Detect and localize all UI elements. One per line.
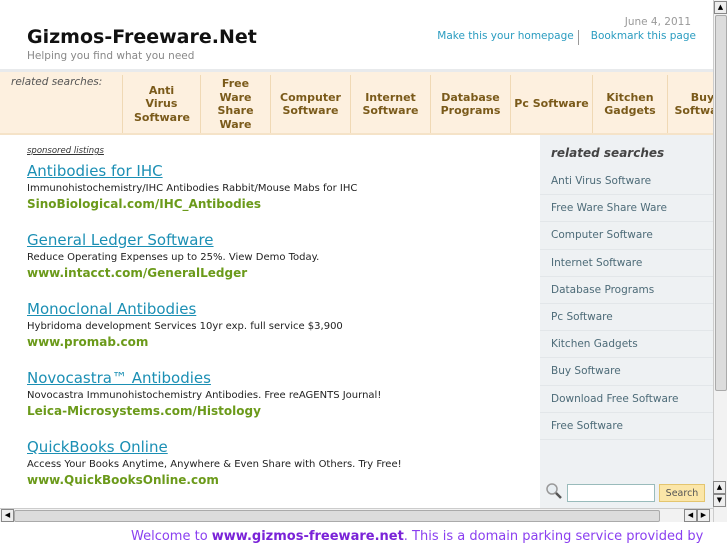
sidebar: related searches Anti Virus Software Free… — [540, 135, 713, 508]
nav-item-label: Internet Software — [362, 90, 419, 118]
sidebar-item[interactable]: Anti Virus Software — [540, 168, 713, 196]
nav-item[interactable]: Free Ware Share Ware — [200, 75, 270, 133]
ad-listing: Monoclonal Antibodies Hybridoma developme… — [27, 299, 527, 350]
welcome-pre: Welcome to — [131, 529, 212, 544]
nav-item-label: Anti Virus Software — [134, 83, 190, 124]
welcome-post: . This is a domain parking service provi… — [403, 529, 704, 544]
horizontal-scrollbar[interactable]: ◀ ◀ ▶ — [0, 508, 713, 522]
top-links: Make this your homepage Bookmark this pa… — [433, 30, 700, 45]
bookmark-link[interactable]: Bookmark this page — [587, 30, 700, 45]
related-searches-bar: related searches: Anti Virus Software Fre… — [0, 69, 713, 135]
nav-item-label: Computer Software — [280, 90, 341, 118]
welcome-text: Welcome to www.gizmos-freeware.net. This… — [131, 529, 703, 544]
ad-description: Access Your Books Anytime, Anywhere & Ev… — [27, 459, 402, 470]
ad-url-link[interactable]: www.intacct.com/GeneralLedger — [27, 265, 527, 281]
ad-listing: General Ledger Software Reduce Operating … — [27, 230, 527, 281]
ad-description: Novocastra Immunohistochemistry Antibodi… — [27, 390, 382, 401]
sidebar-item[interactable]: Download Free Software — [540, 386, 713, 413]
nav-item-label: Kitchen Gadgets — [604, 90, 656, 118]
ad-listing: Antibodies for IHC Immunohistochemistry/I… — [27, 161, 527, 212]
ad-url-link[interactable]: Leica-Microsystems.com/Histology — [27, 403, 527, 419]
search-form: Search — [545, 482, 705, 504]
ad-title-link[interactable]: Monoclonal Antibodies — [27, 299, 527, 319]
sidebar-item[interactable]: Buy Software — [540, 358, 713, 386]
sidebar-item[interactable]: Database Programs — [540, 277, 713, 304]
domain-name: www.gizmos-freeware.net — [211, 529, 404, 544]
ad-description: Reduce Operating Expenses up to 25%. Vie… — [27, 252, 320, 263]
nav-label: related searches: — [11, 76, 103, 88]
search-input[interactable] — [567, 484, 655, 502]
make-homepage-link[interactable]: Make this your homepage — [433, 30, 577, 45]
sidebar-item[interactable]: Free Ware Share Ware — [540, 195, 713, 223]
scroll-up-icon[interactable]: ▲ — [714, 1, 727, 14]
scroll-up-icon[interactable]: ▲ — [713, 481, 726, 494]
ad-listing: QuickBooks Online Access Your Books Anyti… — [27, 437, 527, 488]
ad-listing: Novocastra™ Antibodies Novocastra Immunoh… — [27, 368, 527, 419]
date: June 4, 2011 — [624, 16, 691, 28]
horizontal-scroll-thumb[interactable] — [14, 510, 660, 522]
vertical-scrollbar[interactable]: ▲ — [713, 0, 727, 522]
ad-title-link[interactable]: QuickBooks Online — [27, 437, 527, 457]
ad-description: Hybridoma development Services 10yr exp.… — [27, 321, 343, 332]
nav-item-label: Buy Software — [674, 90, 714, 118]
scroll-left-icon[interactable]: ◀ — [684, 509, 697, 522]
ad-title-link[interactable]: Antibodies for IHC — [27, 161, 527, 181]
sponsored-listings: sponsored listings Antibodies for IHC Imm… — [27, 146, 527, 506]
sidebar-item[interactable]: Kitchen Gadgets — [540, 331, 713, 359]
nav-item[interactable]: Kitchen Gadgets — [592, 75, 667, 133]
nav-item[interactable]: Internet Software — [350, 75, 430, 133]
search-button[interactable]: Search — [659, 484, 705, 502]
vertical-scroll-thumb[interactable] — [715, 15, 727, 391]
ad-title-link[interactable]: Novocastra™ Antibodies — [27, 368, 527, 388]
divider — [577, 30, 587, 45]
scroll-left-icon[interactable]: ◀ — [1, 509, 14, 522]
site-tagline: Helping you find what you need — [27, 50, 195, 62]
nav-item[interactable]: Pc Software — [510, 75, 592, 133]
ad-url-link[interactable]: SinoBiological.com/IHC_Antibodies — [27, 196, 527, 212]
sidebar-item[interactable]: Pc Software — [540, 304, 713, 332]
ad-description: Immunohistochemistry/IHC Antibodies Rabb… — [27, 183, 358, 194]
sponsored-label: sponsored listings — [27, 146, 104, 156]
ad-title-link[interactable]: General Ledger Software — [27, 230, 527, 250]
page-frame: Gizmos-Freeware.Net Helping you find wha… — [0, 0, 713, 508]
sidebar-item[interactable]: Free Software — [540, 413, 713, 440]
sidebar-item[interactable]: Internet Software — [540, 250, 713, 277]
ad-url-link[interactable]: www.promab.com — [27, 334, 527, 350]
scroll-right-icon[interactable]: ▶ — [697, 509, 710, 522]
site-title[interactable]: Gizmos-Freeware.Net — [27, 26, 257, 48]
nav-item[interactable]: Computer Software — [270, 75, 350, 133]
nav-item[interactable]: Database Programs — [430, 75, 510, 133]
sidebar-title: related searches — [551, 146, 665, 160]
scroll-down-icon[interactable]: ▼ — [713, 494, 726, 507]
search-icon — [545, 482, 563, 504]
nav-item[interactable]: Anti Virus Software — [122, 75, 200, 133]
nav-item-label: Pc Software — [514, 97, 589, 111]
nav-item-label: Database Programs — [440, 90, 501, 118]
sidebar-item[interactable]: Computer Software — [540, 222, 713, 250]
ad-url-link[interactable]: www.QuickBooksOnline.com — [27, 472, 527, 488]
nav-item[interactable]: Buy Software — [667, 75, 713, 133]
nav-item-label: Free Ware Share Ware — [217, 77, 254, 131]
